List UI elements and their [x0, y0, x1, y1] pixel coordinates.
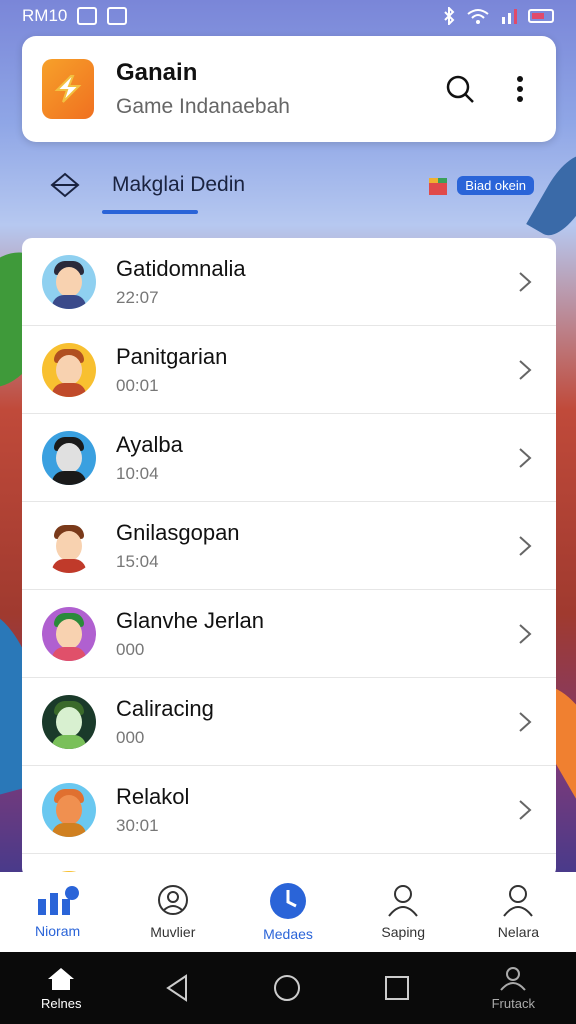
home-chart-icon: [37, 886, 79, 915]
status-badge[interactable]: Biad okein: [457, 175, 534, 195]
diamond-icon[interactable]: [50, 172, 80, 198]
app-subtitle: Game Indanaebah: [116, 95, 290, 118]
nav-label: Nelara: [497, 924, 540, 940]
chevron-right-icon: [519, 623, 532, 644]
clock-icon: [270, 883, 306, 919]
chevron-right-icon: [519, 535, 532, 556]
item-name: Ayalba: [116, 431, 183, 457]
item-time: 22:07: [116, 287, 159, 307]
profile-icon: [503, 885, 534, 917]
system-home-button[interactable]: Relnes: [41, 966, 81, 1011]
tab-row: Makglai Dedin Biad okein: [22, 150, 556, 220]
avatar: [42, 342, 96, 397]
avatar: [42, 782, 96, 837]
item-name: Gatidomnalia: [116, 255, 246, 281]
tab-active-indicator: [102, 210, 198, 214]
image-icon: [77, 7, 98, 25]
app-header: Ganain Game Indanaebah: [22, 36, 556, 142]
system-recents-button[interactable]: [384, 975, 410, 1001]
list-item[interactable]: Glanvhe Jerlan 000: [22, 590, 556, 678]
wifi-icon: [467, 9, 489, 24]
avatar: [42, 430, 96, 485]
nav-label: Nioram: [35, 923, 81, 939]
battery-icon: [528, 9, 554, 23]
list-item[interactable]: Ayalba 10:04: [22, 414, 556, 502]
chevron-right-icon: [519, 447, 532, 468]
avatar: [42, 518, 96, 573]
list-item[interactable]: Caliracing 000: [22, 678, 556, 766]
square-icon: [384, 976, 409, 1000]
item-time: 00:01: [116, 375, 159, 395]
nav-label: Saping: [381, 924, 425, 940]
item-time: 000: [116, 727, 145, 747]
home-icon: [48, 967, 75, 990]
nav-label: Medaes: [263, 926, 313, 942]
more-vertical-icon: [517, 76, 523, 102]
item-name: Caliracing: [116, 695, 214, 721]
search-button[interactable]: [444, 73, 476, 105]
chevron-right-icon: [519, 271, 532, 292]
contact-list: Gatidomnalia 22:07 Panitgarian 00:01 Ayalb…: [22, 238, 556, 878]
back-triangle-icon: [165, 974, 187, 1002]
item-name: Relakol: [116, 783, 190, 809]
search-icon: [446, 75, 474, 103]
bluetooth-icon: [444, 7, 455, 25]
user-icon: [500, 966, 527, 991]
nav-item-messages[interactable]: Medaes: [230, 872, 345, 952]
system-home-label: Relnes: [41, 995, 82, 1011]
contact-icon: [157, 885, 188, 915]
lightning-icon: [54, 75, 82, 103]
item-time: 30:01: [116, 815, 159, 835]
nav-item-saping[interactable]: Saping: [346, 872, 461, 952]
nav-item-movies[interactable]: Muvlier: [115, 872, 230, 952]
nav-item-nelara[interactable]: Nelara: [461, 872, 576, 952]
gift-icon: [429, 178, 448, 195]
app-title: Ganain: [116, 59, 198, 86]
circle-icon: [273, 975, 300, 1001]
system-account-label: Frutack: [491, 995, 535, 1011]
system-home-circle-button[interactable]: [272, 973, 302, 1003]
status-bar: RM10: [0, 0, 576, 32]
list-item[interactable]: Gatidomnalia 22:07: [22, 238, 556, 326]
avatar: [42, 694, 96, 749]
app-icon: [107, 7, 128, 25]
nav-item-home[interactable]: Nioram: [0, 872, 115, 952]
avatar: [42, 254, 96, 309]
list-item[interactable]: Relakol 30:01: [22, 766, 556, 854]
item-time: 000: [116, 639, 145, 659]
user-icon: [388, 885, 418, 917]
signal-icon: [502, 9, 517, 24]
tab-main[interactable]: Makglai Dedin: [112, 173, 245, 197]
system-account-button[interactable]: Frutack: [492, 966, 535, 1011]
chevron-right-icon: [519, 711, 532, 732]
carrier-label: RM10: [22, 6, 68, 25]
avatar: [42, 606, 96, 661]
bottom-nav: Nioram Muvlier Medaes Saping Nelara: [0, 872, 576, 952]
system-back-button[interactable]: [164, 974, 190, 1002]
chevron-right-icon: [519, 799, 532, 820]
item-time: 10:04: [116, 463, 159, 483]
nav-label: Muvlier: [150, 924, 196, 940]
chevron-right-icon: [519, 359, 532, 380]
item-name: Glanvhe Jerlan: [116, 607, 264, 633]
item-name: Gnilasgopan: [116, 519, 240, 545]
list-item[interactable]: Panitgarian 00:01: [22, 326, 556, 414]
list-item[interactable]: Gnilasgopan 15:04: [22, 502, 556, 590]
item-time: 15:04: [116, 551, 159, 571]
app-logo: [42, 59, 94, 119]
item-name: Panitgarian: [116, 343, 228, 369]
more-options-button[interactable]: [504, 73, 536, 105]
system-nav-bar: Relnes Frutack: [0, 952, 576, 1024]
